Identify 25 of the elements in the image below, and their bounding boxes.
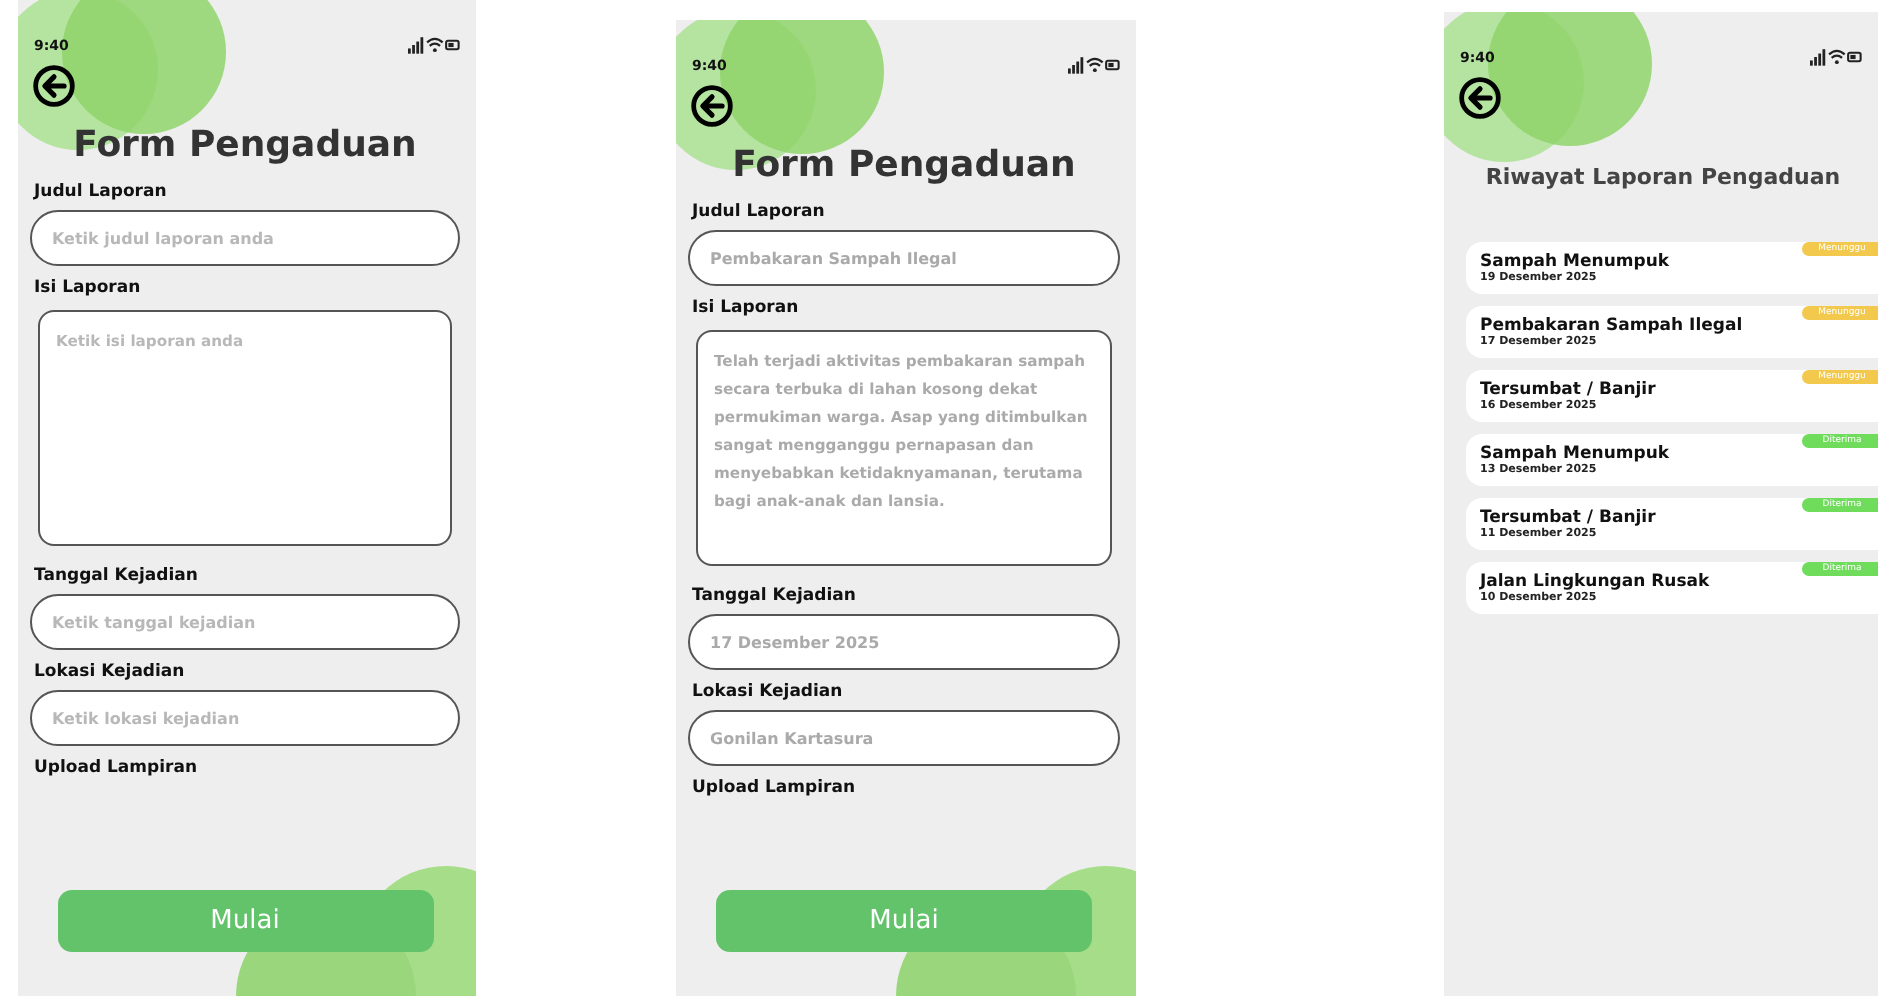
status-icons <box>408 36 460 54</box>
status-icons <box>1068 56 1120 74</box>
field-label: Upload Lampiran <box>34 758 200 778</box>
field-label: Lokasi Kejadian <box>34 662 187 682</box>
field-label: Tanggal Kejadian <box>692 586 858 606</box>
report-title: Sampah Menumpuk <box>1480 252 1672 272</box>
field-label: Isi Laporan <box>692 298 801 318</box>
report-title: Tersumbat / Banjir <box>1480 508 1658 528</box>
report-title: Jalan Lingkungan Rusak <box>1480 572 1712 592</box>
form-title: Form Pengaduan <box>71 124 419 166</box>
report-title: Sampah Menumpuk <box>1480 444 1672 464</box>
field-label: Lokasi Kejadian <box>692 682 845 702</box>
form-title: Form Pengaduan <box>730 144 1078 186</box>
field-label: Judul Laporan <box>34 182 169 202</box>
report-title: Pembakaran Sampah Ilegal <box>1480 316 1745 336</box>
field-label: Judul Laporan <box>692 202 827 222</box>
field-label: Tanggal Kejadian <box>34 566 200 586</box>
input-field[interactable]: Ketik lokasi kejadian <box>30 690 460 746</box>
status-icons <box>1810 48 1862 66</box>
field-label: Isi Laporan <box>34 278 143 298</box>
input-field[interactable]: Ketik tanggal kejadian <box>30 594 460 650</box>
history-title: Riwayat Laporan Pengaduan <box>1483 164 1843 190</box>
field-label: Upload Lampiran <box>692 778 858 798</box>
report-title: Tersumbat / Banjir <box>1480 380 1658 400</box>
input-field[interactable]: Ketik judul laporan anda <box>30 210 460 266</box>
